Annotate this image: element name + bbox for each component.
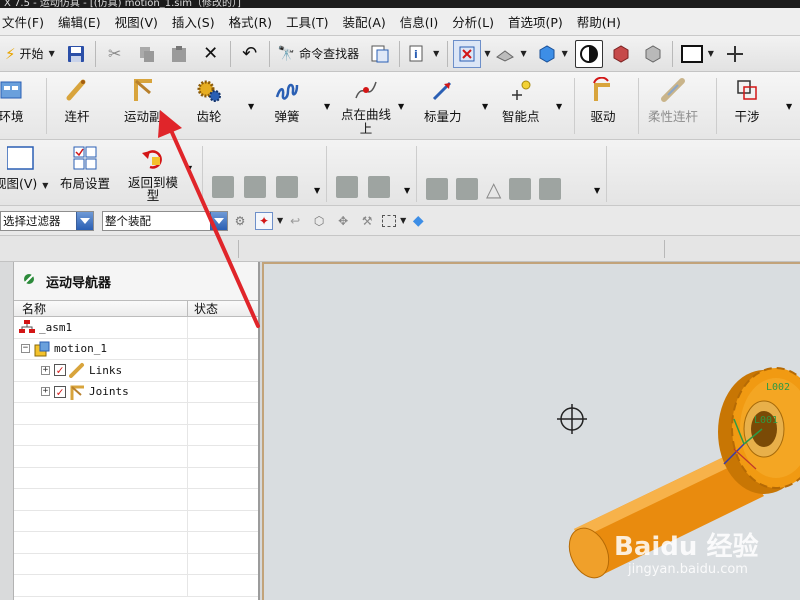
annotation-arrow-icon [158,110,260,328]
